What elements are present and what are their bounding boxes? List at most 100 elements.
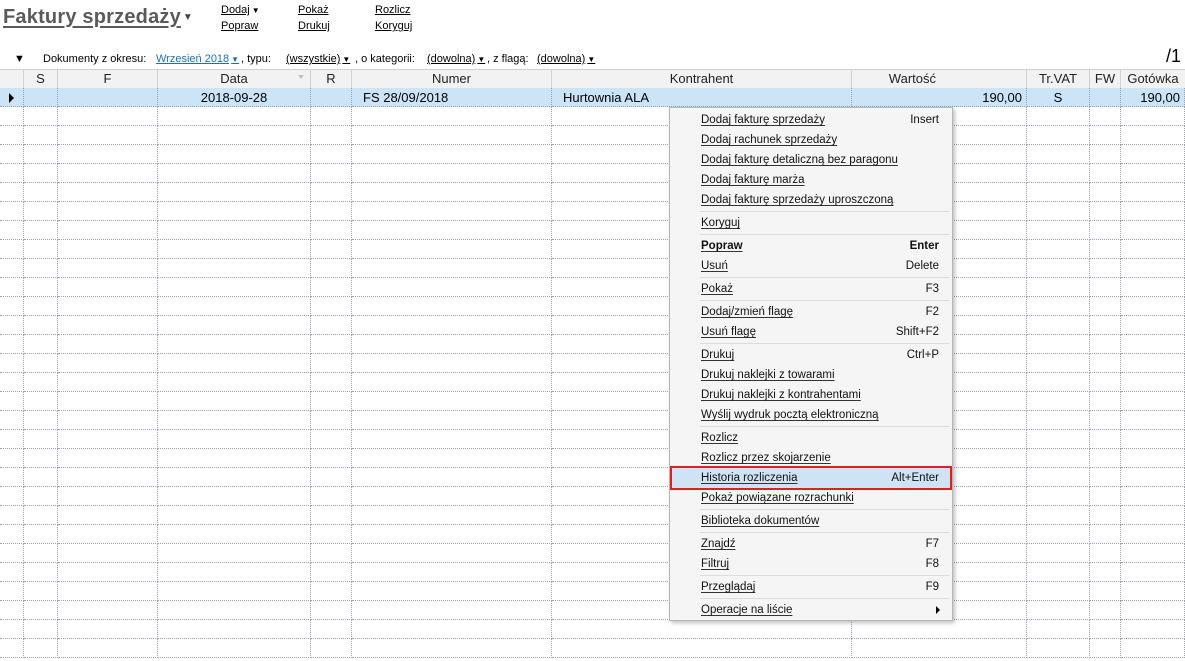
col-header-gotowka[interactable]: Gotówka <box>1121 70 1185 88</box>
menu-item-correct[interactable]: Koryguj <box>672 213 950 233</box>
empty-row[interactable] <box>0 335 1185 354</box>
menu-item-find[interactable]: Znajdź F7 <box>672 534 950 554</box>
menu-item-show-related-settlements[interactable]: Pokaż powiązane rozrachunki <box>672 488 950 508</box>
menu-item-add-bill[interactable]: Dodaj rachunek sprzedaży <box>672 130 950 150</box>
empty-row[interactable] <box>0 221 1185 240</box>
menu-item-document-library[interactable]: Biblioteka dokumentów <box>672 511 950 531</box>
menu-item-list-operations[interactable]: Operacje na liście <box>672 600 950 620</box>
cell-numer <box>352 430 552 449</box>
cell-data <box>158 525 311 544</box>
type-select[interactable]: (wszystkie) ▼ <box>286 53 350 65</box>
menu-item-add-simplified-invoice[interactable]: Dodaj fakturę sprzedaży uproszczoną <box>672 190 950 210</box>
col-header-trvat[interactable]: Tr.VAT <box>1027 70 1090 88</box>
empty-row[interactable] <box>0 544 1185 563</box>
page-title[interactable]: Faktury sprzedaży ▼ <box>3 6 193 29</box>
col-header-f[interactable]: F <box>58 70 158 88</box>
empty-row[interactable] <box>0 449 1185 468</box>
settle-link[interactable]: Rozlicz <box>375 3 410 17</box>
cell-fw <box>1090 582 1121 601</box>
menu-item-add-margin-invoice[interactable]: Dodaj fakturę marża <box>672 170 950 190</box>
menu-item-settlement-history[interactable]: Historia rozliczenia Alt+Enter <box>670 466 952 490</box>
menu-item-browse[interactable]: Przeglądaj F9 <box>672 577 950 597</box>
period-select[interactable]: Wrzesień 2018 ▼ <box>156 53 239 65</box>
empty-row[interactable] <box>0 430 1185 449</box>
col-header-fw[interactable]: FW <box>1090 70 1121 88</box>
add-menu[interactable]: Dodaj ▼ <box>221 3 260 18</box>
empty-row[interactable] <box>0 164 1185 183</box>
menu-item-shortcut: Enter <box>909 240 939 252</box>
cell-numer <box>352 620 552 639</box>
menu-item-set-flag[interactable]: Dodaj/zmień flagę F2 <box>672 302 950 322</box>
col-header-data[interactable]: Data <box>158 70 311 88</box>
cell-numer <box>352 278 552 297</box>
col-header-kontrahent[interactable]: Kontrahent <box>552 70 852 88</box>
table-row[interactable]: 2018-09-28 FS 28/09/2018 Hurtownia ALA 190,… <box>0 88 1185 107</box>
menu-item-print[interactable]: Drukuj Ctrl+P <box>672 345 950 365</box>
empty-row[interactable] <box>0 487 1185 506</box>
menu-item-delete[interactable]: Usuń Delete <box>672 256 950 276</box>
print-link[interactable]: Drukuj <box>298 19 330 33</box>
menu-item-settle-by-matching[interactable]: Rozlicz przez skojarzenie <box>672 448 950 468</box>
row-indicator <box>0 202 24 221</box>
menu-item-add-invoice[interactable]: Dodaj fakturę sprzedaży Insert <box>672 110 950 130</box>
menu-item-shortcut: Alt+Enter <box>891 472 939 484</box>
menu-item-add-retail-invoice[interactable]: Dodaj fakturę detaliczną bez paragonu <box>672 150 950 170</box>
empty-row[interactable] <box>0 126 1185 145</box>
empty-row[interactable] <box>0 392 1185 411</box>
empty-row[interactable] <box>0 601 1185 620</box>
menu-item-print-contractor-labels[interactable]: Drukuj naklejki z kontrahentami <box>672 385 950 405</box>
empty-row[interactable] <box>0 145 1185 164</box>
category-select[interactable]: (dowolna) ▼ <box>427 53 485 65</box>
show-link[interactable]: Pokaż <box>298 3 329 17</box>
empty-row[interactable] <box>0 278 1185 297</box>
menu-item-filter[interactable]: Filtruj F8 <box>672 554 950 574</box>
empty-row[interactable] <box>0 525 1185 544</box>
invoice-grid[interactable]: S F Data R Numer Kontrahent Wartość Tr.V… <box>0 69 1185 661</box>
cell-trvat <box>1027 145 1090 164</box>
empty-row[interactable] <box>0 639 1185 658</box>
menu-item-email-printout[interactable]: Wyślij wydruk pocztą elektroniczną <box>672 405 950 425</box>
cell-r <box>311 221 352 240</box>
menu-item-edit[interactable]: Popraw Enter <box>672 236 950 256</box>
empty-row[interactable] <box>0 297 1185 316</box>
menu-item-remove-flag[interactable]: Usuń flagę Shift+F2 <box>672 322 950 342</box>
cell-r <box>311 259 352 278</box>
empty-row[interactable] <box>0 316 1185 335</box>
empty-row[interactable] <box>0 582 1185 601</box>
empty-row[interactable] <box>0 240 1185 259</box>
cell-s <box>24 88 58 107</box>
cell-trvat <box>1027 259 1090 278</box>
menu-item-settle[interactable]: Rozlicz <box>672 428 950 448</box>
empty-row[interactable] <box>0 354 1185 373</box>
cell-r <box>311 639 352 658</box>
empty-row[interactable] <box>0 183 1185 202</box>
cell-data <box>158 107 311 126</box>
empty-row[interactable] <box>0 202 1185 221</box>
cell-gotowka <box>1121 563 1185 582</box>
empty-row[interactable] <box>0 107 1185 126</box>
empty-row[interactable] <box>0 468 1185 487</box>
empty-row[interactable] <box>0 506 1185 525</box>
cell-fw <box>1090 430 1121 449</box>
col-header-numer[interactable]: Numer <box>352 70 552 88</box>
cell-numer <box>352 639 552 658</box>
empty-row[interactable] <box>0 259 1185 278</box>
empty-row[interactable] <box>0 373 1185 392</box>
col-header-wartosc[interactable]: Wartość <box>852 70 1027 88</box>
flag-select[interactable]: (dowolna) ▼ <box>537 53 595 65</box>
empty-row[interactable] <box>0 563 1185 582</box>
menu-item-print-product-labels[interactable]: Drukuj naklejki z towarami <box>672 365 950 385</box>
menu-item-label: Biblioteka dokumentów <box>701 515 820 527</box>
correct-link[interactable]: Koryguj <box>375 19 412 33</box>
col-header-s[interactable]: S <box>24 70 58 88</box>
empty-row[interactable] <box>0 411 1185 430</box>
edit-link[interactable]: Popraw <box>221 19 258 33</box>
collapse-toggle-icon[interactable]: ▼ <box>14 53 25 65</box>
menu-item-show[interactable]: Pokaż F3 <box>672 279 950 299</box>
cell-wartosc <box>852 620 1027 639</box>
cell-r <box>311 582 352 601</box>
col-header-r[interactable]: R <box>311 70 352 88</box>
cell-numer <box>352 392 552 411</box>
cell-data <box>158 620 311 639</box>
empty-row[interactable] <box>0 620 1185 639</box>
